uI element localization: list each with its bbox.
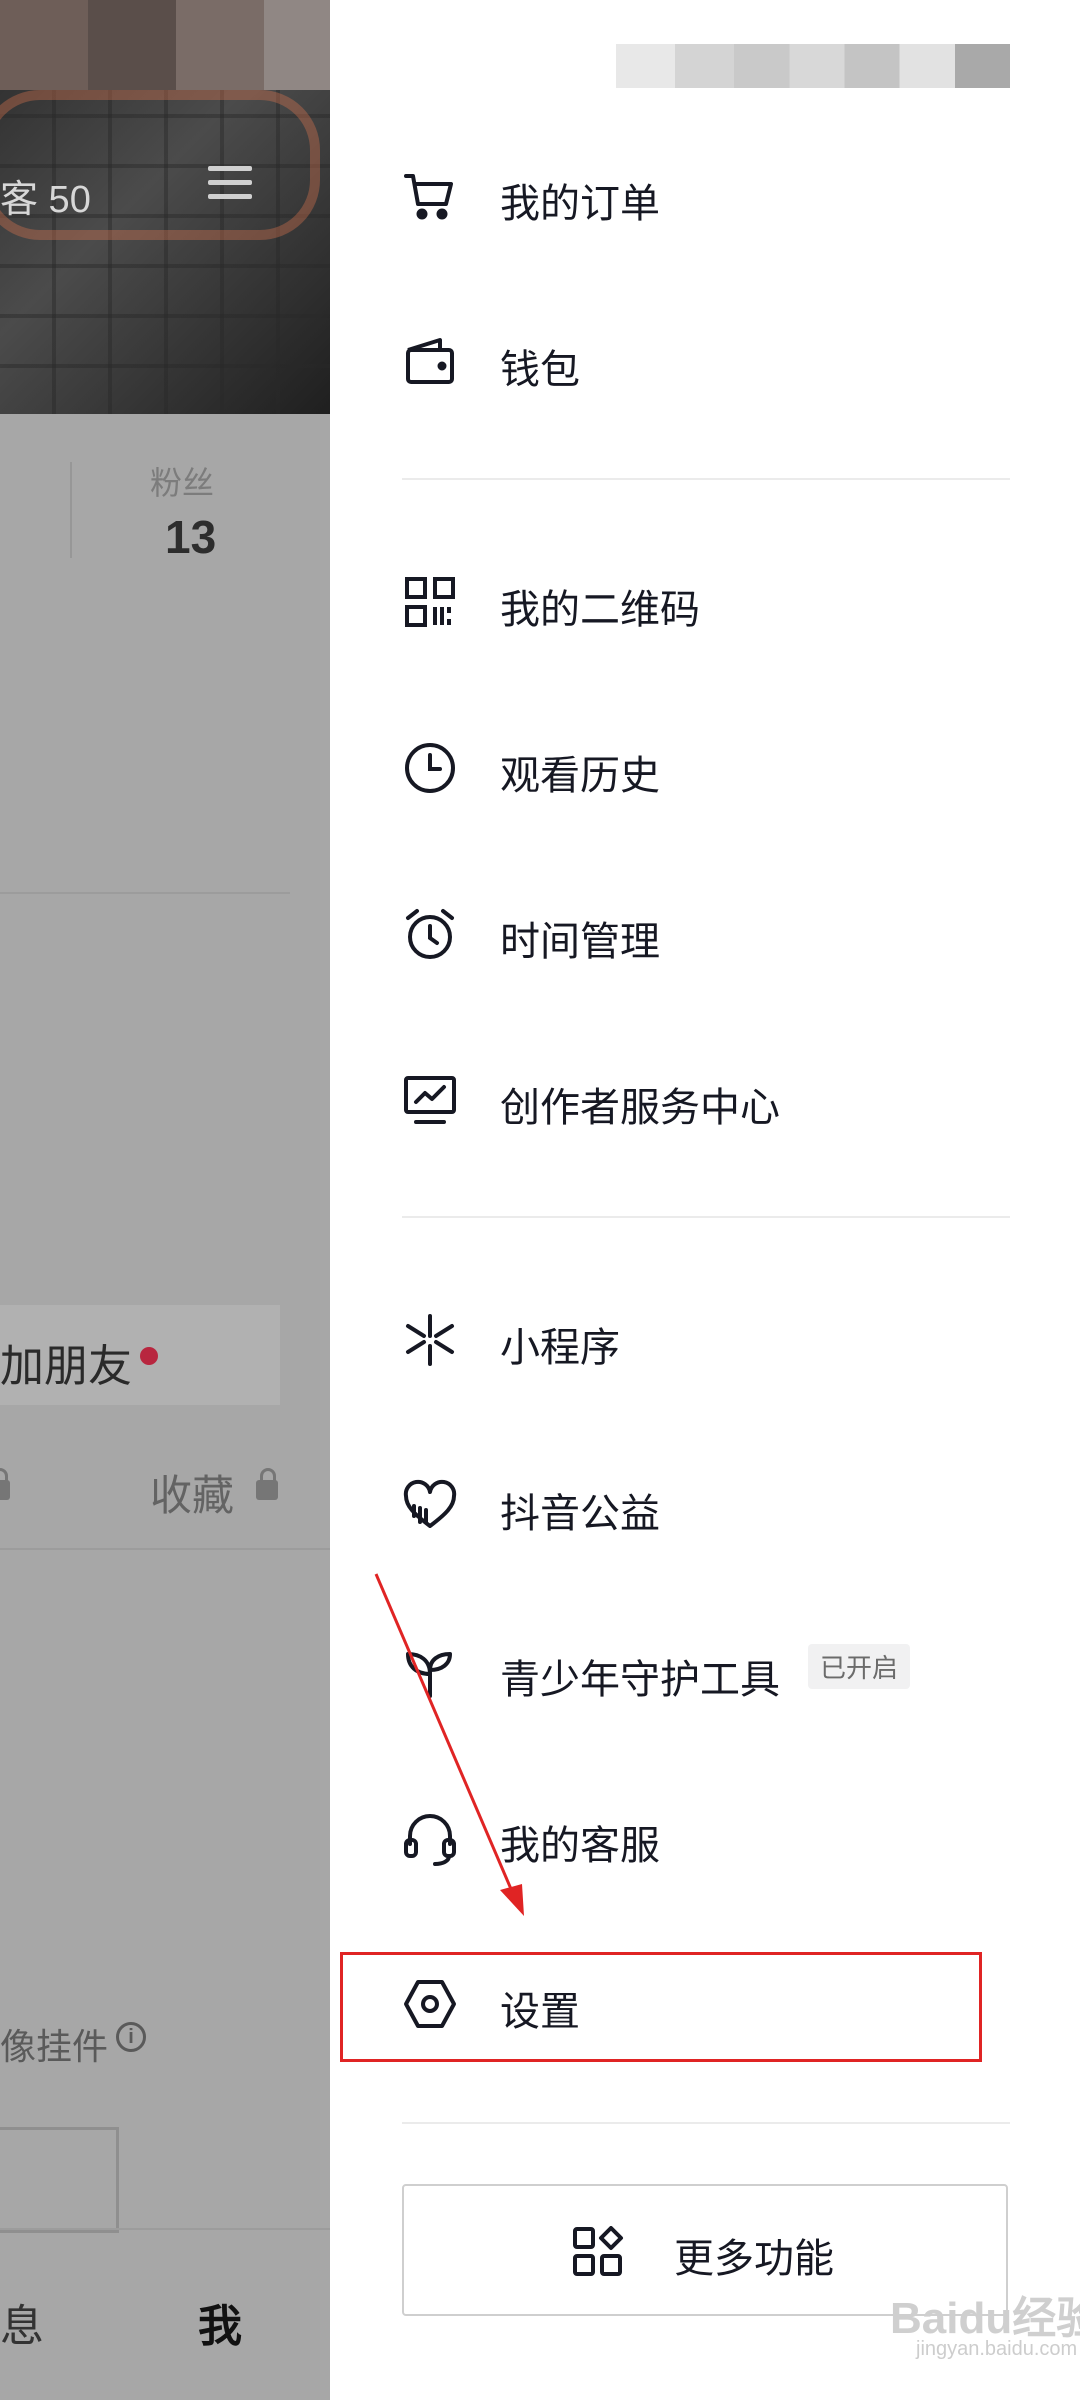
headset-icon: [404, 1814, 456, 1866]
wallet-icon: [406, 338, 454, 384]
add-friend-button[interactable]: 加朋友: [0, 1305, 280, 1405]
side-drawer-menu: 我的订单 钱包 我的二维码 观看历史 时间管理 创作者服务中心 小程序 抖音公益…: [330, 0, 1080, 2400]
avatar-widget-label: 像挂件: [0, 2026, 109, 2067]
tab-messages[interactable]: 息: [0, 2290, 44, 2354]
menu-item-douyin-charity[interactable]: 抖音公益: [330, 1434, 1080, 1574]
cart-icon: [404, 174, 453, 220]
menu-item-mini-program[interactable]: 小程序: [330, 1268, 1080, 1408]
menu-item-qrcode[interactable]: 我的二维码: [330, 530, 1080, 670]
divider: [0, 892, 290, 894]
blurred-account-bar: [616, 44, 1010, 88]
menu-item-youth-protection[interactable]: 青少年守护工具 已开启: [330, 1600, 1080, 1740]
baidu-watermark: Baidu经验 jingyan.baidu.com: [890, 2294, 1080, 2360]
tab-collect[interactable]: 收藏: [150, 1462, 234, 1523]
menu-item-watch-history[interactable]: 观看历史: [330, 696, 1080, 836]
menu-item-orders[interactable]: 我的订单: [330, 124, 1080, 264]
mini-program-icon: [406, 1314, 454, 1366]
menu-item-time-management[interactable]: 时间管理: [330, 862, 1080, 1002]
menu-item-creator-center[interactable]: 创作者服务中心: [330, 1028, 1080, 1168]
lock-icon: [256, 1468, 278, 1500]
grid-shapes-icon: [573, 2226, 623, 2276]
hamburger-menu-icon[interactable]: [208, 166, 252, 200]
followers-label: 粉丝: [150, 465, 215, 501]
menu-divider: [402, 1216, 1010, 1218]
menu-divider: [402, 2122, 1010, 2124]
heart-icon: [403, 1479, 457, 1528]
menu-item-customer-service[interactable]: 我的客服: [330, 1766, 1080, 1906]
followers-count: 13: [165, 511, 217, 563]
info-icon[interactable]: i: [116, 2022, 146, 2052]
alarm-icon: [406, 909, 454, 959]
background-profile-page: 客 50 粉丝 13 加朋友 收藏 像挂件 i 息 我: [0, 0, 330, 2400]
annotation-highlight-box: [340, 1952, 982, 2062]
monitor-chart-icon: [404, 1076, 456, 1124]
clock-icon: [405, 743, 455, 793]
sprout-icon: [406, 1652, 452, 1698]
tab-me[interactable]: 我: [198, 2290, 242, 2354]
menu-item-wallet[interactable]: 钱包: [330, 290, 1080, 430]
menu-divider: [402, 478, 1010, 480]
lock-icon: [0, 1468, 10, 1500]
status-badge: 已开启: [808, 1644, 911, 1689]
red-dot-badge: [140, 1347, 158, 1365]
placeholder-card: [0, 2127, 119, 2233]
visitor-count: 客 50: [0, 179, 91, 221]
qrcode-icon: [405, 577, 455, 627]
blurred-status-area: [0, 0, 330, 90]
